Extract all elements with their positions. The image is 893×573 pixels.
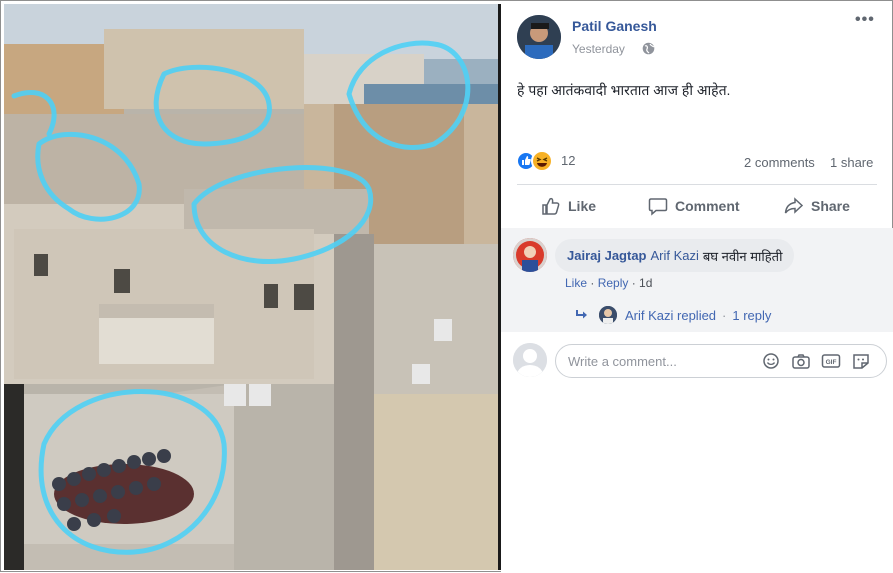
comment-like-link[interactable]: Like	[565, 276, 587, 290]
comment-time[interactable]: 1d	[639, 276, 652, 290]
facebook-post-frame: Patil Ganesh Yesterday ••• हे पहा आतंकवा…	[0, 0, 893, 573]
share-icon	[784, 197, 804, 214]
gif-icon[interactable]: GIF	[821, 352, 841, 370]
like-label: Like	[568, 198, 597, 214]
comment-icon	[648, 198, 668, 216]
comment-mention[interactable]: Arif Kazi	[651, 248, 699, 263]
replied-by: Arif Kazi replied	[625, 307, 717, 323]
share-label: Share	[811, 198, 850, 214]
post-text: हे पहा आतंकवादी भारतात आज ही आहेत.	[517, 82, 731, 98]
meta-separator: ·	[628, 276, 640, 290]
haha-reaction-icon	[531, 150, 553, 172]
author-name[interactable]: Patil Ganesh	[572, 18, 657, 34]
like-button[interactable]: Like	[541, 193, 596, 219]
post-timestamp[interactable]: Yesterday	[572, 42, 625, 56]
reply-separator: ·	[722, 307, 727, 323]
camera-icon[interactable]	[791, 352, 811, 370]
comment-reply-link[interactable]: Reply	[598, 276, 629, 290]
author-avatar[interactable]	[517, 15, 561, 59]
reply-thread-link[interactable]: Arif Kazi replied · 1 reply	[575, 305, 771, 325]
rooftop-photo	[4, 4, 498, 570]
comment-button[interactable]: Comment	[648, 193, 740, 219]
emoji-icon[interactable]	[761, 352, 781, 370]
reaction-count[interactable]: 12	[561, 153, 575, 168]
comment-label: Comment	[675, 198, 740, 214]
share-button[interactable]: Share	[784, 193, 850, 219]
replier-avatar	[599, 306, 617, 324]
reply-arrow-icon	[576, 310, 587, 319]
comment-bubble: Jairaj Jagtap Arif Kazi बघ नवीन माहिती	[555, 239, 795, 272]
composer-icons: GIF	[761, 352, 871, 370]
shares-count[interactable]: 1 share	[830, 155, 873, 170]
reply-count: 1 reply	[732, 307, 772, 323]
current-user-avatar	[513, 343, 547, 377]
comments-count[interactable]: 2 comments	[744, 155, 815, 170]
post-panel: Patil Ganesh Yesterday ••• हे पहा आतंकवा…	[501, 1, 893, 573]
comment-author[interactable]: Jairaj Jagtap	[567, 248, 647, 263]
thumbs-up-icon	[542, 197, 560, 215]
sticker-icon[interactable]	[851, 352, 871, 370]
divider	[517, 184, 877, 185]
commenter-avatar[interactable]	[513, 238, 547, 272]
globe-icon	[642, 42, 655, 55]
comment-text: बघ नवीन माहिती	[702, 248, 783, 264]
post-photo[interactable]	[4, 4, 498, 570]
comments-section: Jairaj Jagtap Arif Kazi बघ नवीन माहिती L…	[501, 228, 893, 573]
ellipsis-icon[interactable]: •••	[855, 12, 877, 29]
svg-text:GIF: GIF	[826, 359, 837, 366]
meta-separator: ·	[587, 276, 598, 290]
comment-meta: Like · Reply · 1d	[565, 276, 652, 290]
